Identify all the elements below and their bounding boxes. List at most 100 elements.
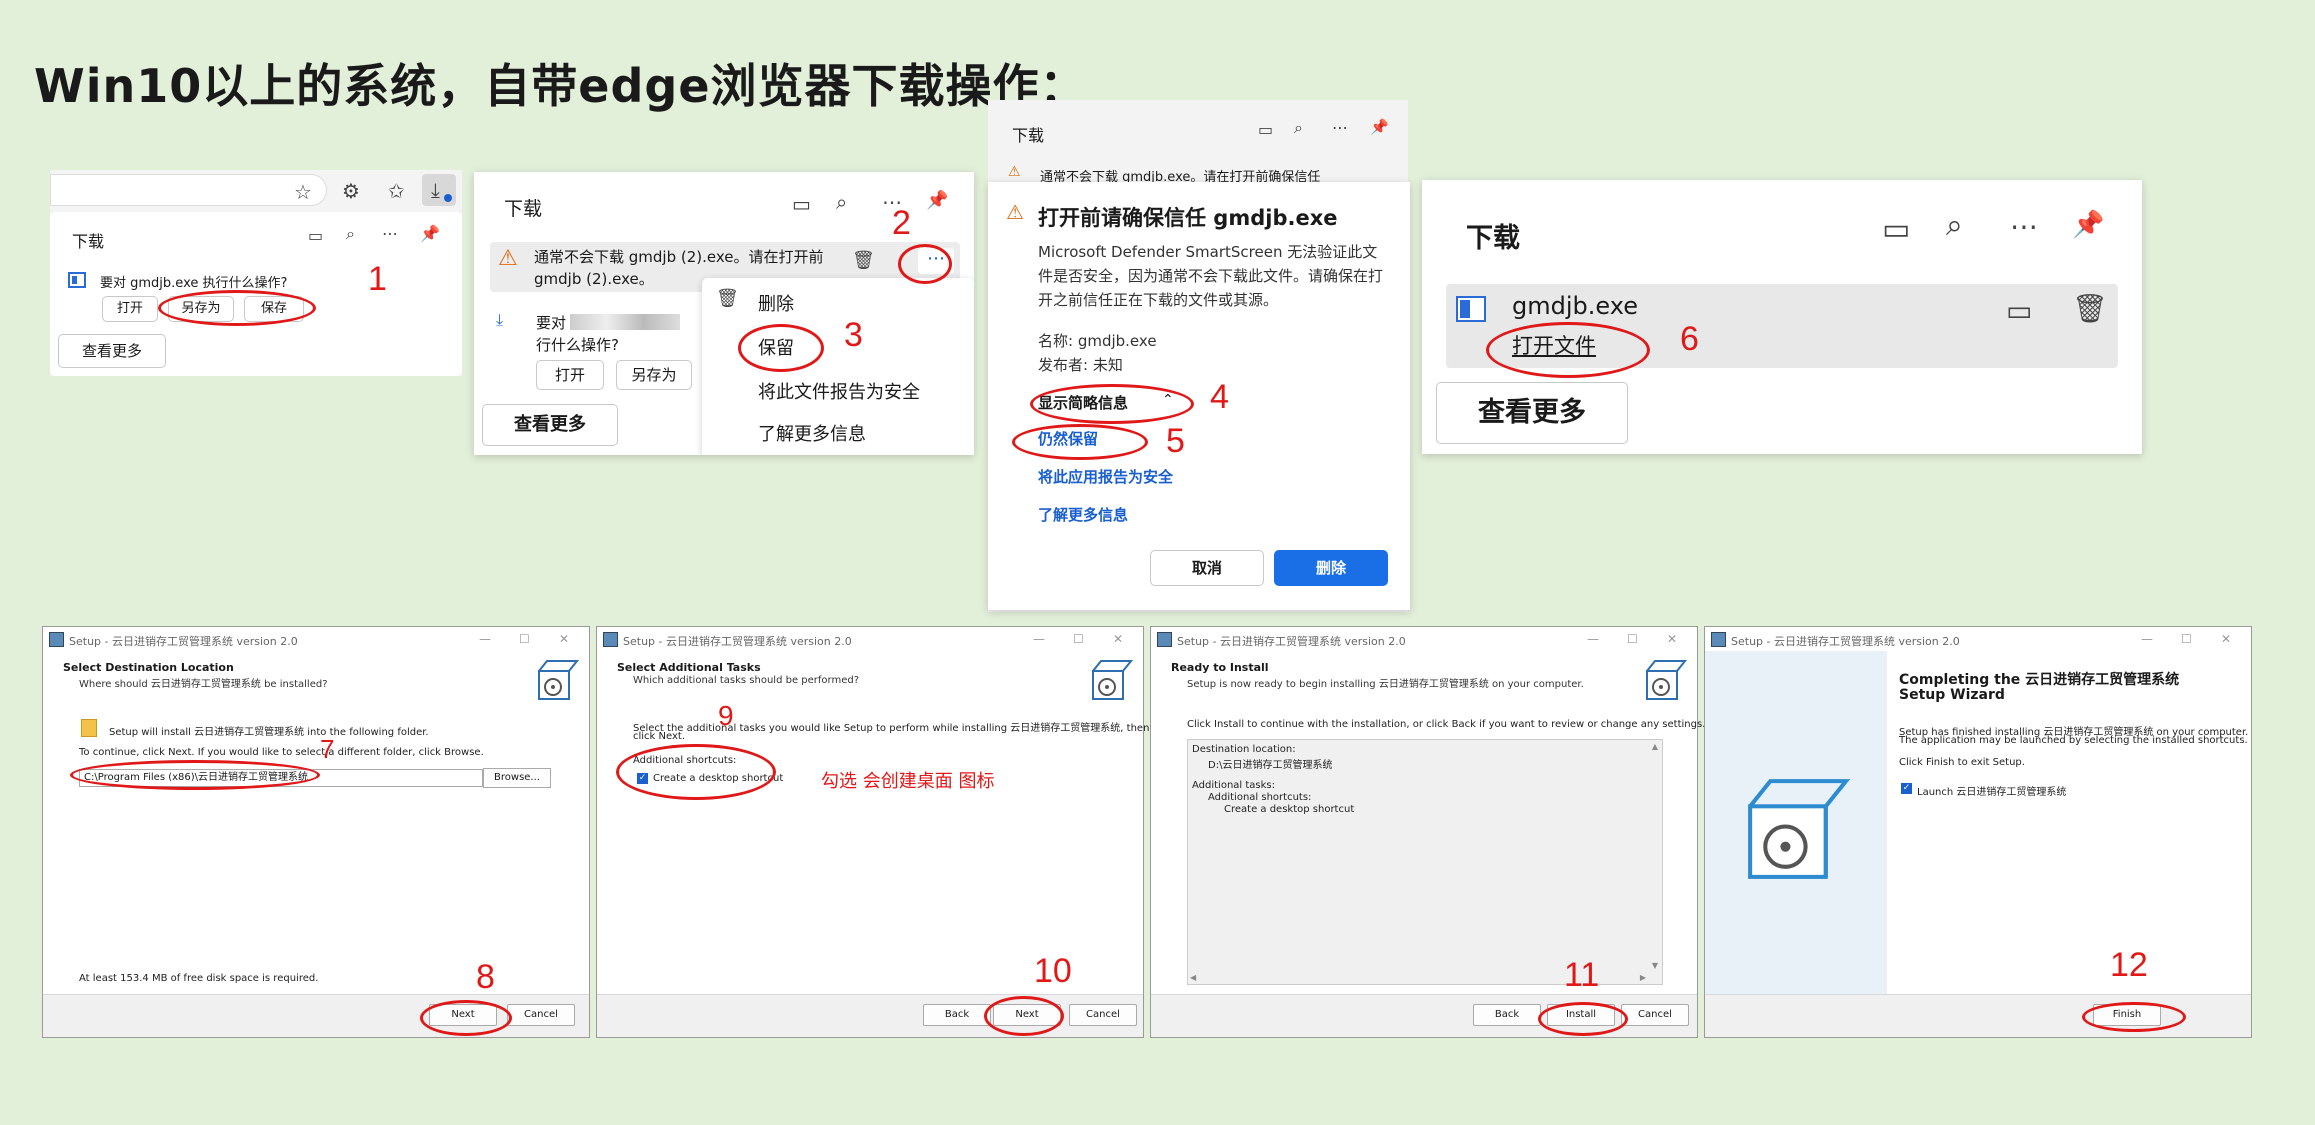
step-2-label: 2 [892, 204, 911, 242]
pin-icon[interactable]: 📌 [926, 190, 948, 211]
app-icon [1711, 632, 1726, 647]
save-as-button[interactable]: 另存为 [616, 360, 692, 390]
minimize-icon[interactable]: — [479, 632, 491, 646]
warning-icon: ⚠ [1006, 200, 1024, 224]
close-icon[interactable]: ✕ [1113, 632, 1123, 646]
highlight-install [1538, 1002, 1628, 1036]
more-options-icon[interactable]: ⋯ [382, 224, 398, 243]
favorite-star-icon[interactable]: ☆ [294, 180, 312, 204]
delete-icon[interactable]: 🗑 [852, 250, 875, 271]
folder-icon[interactable]: ▭ [1882, 212, 1910, 247]
download-icon: ⤓ [496, 310, 504, 329]
more-options-icon[interactable]: ⋯ [2010, 210, 2038, 243]
highlight-next-2 [984, 996, 1064, 1036]
folder-icon[interactable]: ▭ [1258, 120, 1273, 139]
launch-checkbox[interactable]: ✓ [1901, 783, 1912, 794]
scroll-right-icon[interactable]: ▶ [1640, 973, 1646, 982]
search-icon[interactable]: ⌕ [1946, 208, 1963, 243]
search-icon[interactable]: ⌕ [1294, 118, 1303, 138]
learn-more-link[interactable]: 了解更多信息 [1038, 504, 1128, 525]
window-title: Setup - 云日进销存工贸管理系统 version 2.0 [623, 635, 852, 648]
folder-icon[interactable]: ▭ [308, 226, 323, 245]
search-icon[interactable]: ⌕ [346, 224, 355, 244]
minimize-icon[interactable]: — [2141, 632, 2153, 646]
downloads-toolbar-button[interactable]: ⤓ [422, 174, 456, 206]
cancel-button[interactable]: Cancel [1069, 1004, 1137, 1026]
step-3-label: 3 [844, 316, 863, 354]
step-6-label: 6 [1680, 320, 1699, 358]
address-bar[interactable] [50, 174, 327, 206]
setup-box-icon [1092, 660, 1133, 700]
settings-memo[interactable]: Destination location: D:\云日进销存工贸管理系统 Add… [1187, 739, 1663, 985]
finish-info-2: The application may be launched by selec… [1899, 735, 2248, 746]
close-icon[interactable]: ✕ [1667, 632, 1677, 646]
delete-icon[interactable]: 🗑 [2072, 292, 2108, 325]
show-in-folder-icon[interactable]: ▭ [2006, 294, 2032, 327]
page-subheader: Setup is now ready to begin installing 云… [1187, 679, 1584, 690]
edge-download-panel-1: ☆ ⚙ ✩ ⤓ 下载 ▭ ⌕ ⋯ 📌 要对 gmdjb.exe 执行什么操作? … [50, 170, 462, 376]
pin-icon[interactable]: 📌 [1370, 118, 1389, 136]
cancel-button[interactable]: 取消 [1150, 550, 1264, 586]
step-8-label: 8 [476, 958, 495, 996]
context-menu: 🗑 删除 保留 将此文件报告为安全 了解更多信息 [702, 278, 974, 455]
close-icon[interactable]: ✕ [559, 632, 569, 646]
continue-info: To continue, click Next. If you would li… [79, 747, 484, 758]
minimize-icon[interactable]: — [1033, 632, 1045, 646]
search-icon[interactable]: ⌕ [836, 190, 847, 214]
browse-button[interactable]: Browse... [483, 768, 551, 788]
app-icon [1157, 632, 1172, 647]
wizard-side-panel [1705, 651, 1887, 995]
highlight-keep-menu [738, 324, 824, 372]
maximize-icon[interactable]: ☐ [2181, 632, 2192, 646]
pin-icon[interactable]: 📌 [2072, 210, 2104, 240]
scroll-up-icon[interactable]: ▲ [1652, 742, 1658, 751]
pin-icon[interactable]: 📌 [420, 224, 440, 243]
install-info: Setup will install 云日进销存工贸管理系统 into the … [109, 727, 429, 738]
scroll-left-icon[interactable]: ◀ [1190, 973, 1196, 982]
exe-file-icon [68, 272, 86, 288]
more-options-icon[interactable]: ⋯ [1332, 118, 1348, 137]
see-more-button[interactable]: 查看更多 [1436, 382, 1628, 444]
step-9-label: 9 [718, 700, 734, 731]
highlight-open-file [1486, 322, 1650, 378]
back-button[interactable]: Back [923, 1004, 991, 1026]
back-button[interactable]: Back [1473, 1004, 1541, 1026]
cancel-button[interactable]: Cancel [507, 1004, 575, 1026]
launch-checkbox-label: Launch 云日进销存工贸管理系统 [1917, 787, 2067, 798]
step-1-label: 1 [368, 260, 387, 298]
folder-icon [81, 719, 97, 737]
extensions-icon[interactable]: ⚙ [342, 179, 360, 203]
minimize-icon[interactable]: — [1587, 632, 1599, 646]
see-more-button[interactable]: 查看更多 [58, 334, 166, 368]
favorites-icon[interactable]: ✩ [388, 179, 405, 203]
downloads-heading: 下载 [72, 232, 105, 251]
open-button[interactable]: 打开 [536, 360, 604, 390]
page-subheader: Where should 云日进销存工贸管理系统 be installed? [79, 679, 328, 690]
maximize-icon[interactable]: ☐ [1073, 632, 1084, 646]
setup-window-destination: Setup - 云日进销存工贸管理系统 version 2.0 — ☐ ✕ Se… [42, 626, 590, 1038]
menu-report-safe[interactable]: 将此文件报告为安全 [758, 378, 920, 404]
report-safe-link[interactable]: 将此应用报告为安全 [1038, 466, 1173, 487]
close-icon[interactable]: ✕ [2221, 632, 2231, 646]
window-title: Setup - 云日进销存工贸管理系统 version 2.0 [1177, 635, 1406, 648]
menu-delete[interactable]: 删除 [758, 290, 794, 316]
cancel-button[interactable]: Cancel [1621, 1004, 1689, 1026]
step-4-label: 4 [1210, 378, 1229, 416]
app-icon [603, 632, 618, 647]
open-button[interactable]: 打开 [102, 296, 158, 322]
memo-line: Create a desktop shortcut [1224, 804, 1355, 815]
maximize-icon[interactable]: ☐ [519, 632, 530, 646]
step-11-label: 11 [1564, 956, 1600, 994]
page-header: Ready to Install [1171, 661, 1269, 674]
delete-button[interactable]: 删除 [1274, 550, 1388, 586]
trash-icon: 🗑 [716, 288, 739, 309]
folder-icon[interactable]: ▭ [792, 192, 811, 216]
edge-download-panel-4: 下载 ▭ ⌕ ⋯ 📌 gmdjb.exe 打开文件 ▭ 🗑 查看更多 [1422, 180, 2142, 454]
window-titlebar: Setup - 云日进销存工贸管理系统 version 2.0 — ☐ ✕ [597, 627, 1143, 651]
scroll-down-icon[interactable]: ▼ [1652, 961, 1658, 970]
see-more-button[interactable]: 查看更多 [482, 404, 618, 446]
setup-box-icon [538, 660, 579, 700]
maximize-icon[interactable]: ☐ [1627, 632, 1638, 646]
memo-line: Additional tasks: [1192, 780, 1276, 791]
menu-learn-more[interactable]: 了解更多信息 [758, 420, 866, 446]
